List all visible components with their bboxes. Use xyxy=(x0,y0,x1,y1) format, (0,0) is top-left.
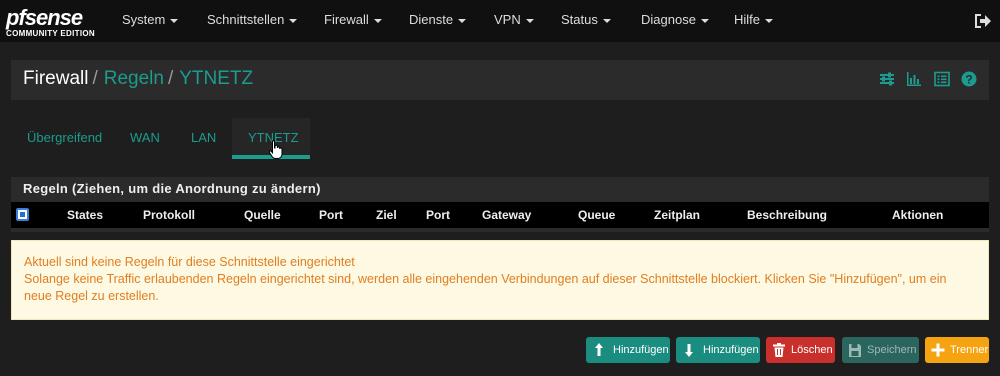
nav-menu-diagnose[interactable]: Diagnose xyxy=(641,0,709,42)
page-header: Firewall / Regeln / YTNETZ ? xyxy=(11,60,989,100)
breadcrumb-regeln[interactable]: Regeln xyxy=(104,68,164,89)
breadcrumb: Firewall / Regeln / YTNETZ xyxy=(23,68,253,90)
rules-panel-title: Regeln (Ziehen, um die Anordnung zu ände… xyxy=(23,181,321,196)
column-header-port[interactable]: Port xyxy=(426,208,450,222)
tab-lan[interactable]: LAN xyxy=(191,130,216,145)
breadcrumb-separator: / xyxy=(92,68,98,89)
column-header-protokoll[interactable]: Protokoll xyxy=(143,208,195,222)
nav-menu-label: Status xyxy=(561,12,598,27)
top-navbar: pfsense COMMUNITY EDITION System Schnitt… xyxy=(0,0,1000,42)
button-label: Trenner xyxy=(950,344,989,356)
column-header-gateway[interactable]: Gateway xyxy=(482,208,531,222)
caret-down-icon xyxy=(373,18,382,23)
caret-down-icon xyxy=(765,18,774,23)
nav-menu-system[interactable]: System xyxy=(122,0,179,42)
sliders-icon[interactable] xyxy=(879,71,895,87)
column-header-port[interactable]: Port xyxy=(319,208,343,222)
logout-icon[interactable] xyxy=(972,11,992,31)
delete-button[interactable]: Löschen xyxy=(766,337,835,363)
nav-menu-label: Diagnose xyxy=(641,12,696,27)
add-rule-bottom-button[interactable]: Hinzufügen xyxy=(676,337,760,363)
column-header-queue[interactable]: Queue xyxy=(578,208,615,222)
select-all-checkbox[interactable] xyxy=(16,208,29,221)
alert-line-2: Solange keine Traffic erlaubenden Regeln… xyxy=(24,272,947,303)
button-label: Hinzufügen xyxy=(613,344,669,356)
nav-menu-hilfe[interactable]: Hilfe xyxy=(734,0,774,42)
column-header-zeitplan[interactable]: Zeitplan xyxy=(654,208,700,222)
svg-text:?: ? xyxy=(965,72,972,86)
nav-menu-label: Schnittstellen xyxy=(207,12,285,27)
rules-table-header: States Protokoll Quelle Port Ziel Port G… xyxy=(11,202,989,228)
nav-menu-label: System xyxy=(122,12,166,27)
nav-menu-status[interactable]: Status xyxy=(561,0,611,42)
help-icon[interactable]: ? xyxy=(961,71,977,87)
column-header-quelle[interactable]: Quelle xyxy=(244,208,281,222)
caret-down-icon xyxy=(602,18,611,23)
button-label: Speichern xyxy=(867,344,917,356)
trash-icon xyxy=(773,343,785,357)
nav-menu-label: Dienste xyxy=(409,12,454,27)
nav-menu-label: Firewall xyxy=(324,12,369,27)
caret-down-icon xyxy=(289,18,298,23)
hand-cursor-icon xyxy=(268,140,283,159)
save-button[interactable]: Speichern xyxy=(842,337,919,363)
nav-menu-vpn[interactable]: VPN xyxy=(494,0,534,42)
header-actions: ? xyxy=(872,71,977,89)
caret-down-icon xyxy=(458,18,467,23)
breadcrumb-firewall: Firewall xyxy=(23,68,89,89)
nav-menu-firewall[interactable]: Firewall xyxy=(324,0,382,42)
button-label: Hinzufügen xyxy=(703,344,759,356)
logo-edition: COMMUNITY EDITION xyxy=(6,29,95,38)
button-label: Löschen xyxy=(791,344,833,356)
nav-menu-schnittstellen[interactable]: Schnittstellen xyxy=(207,0,298,42)
alert-line-1: Aktuell sind keine Regeln für diese Schn… xyxy=(24,255,355,269)
tab-wan[interactable]: WAN xyxy=(130,130,160,145)
column-header-ziel[interactable]: Ziel xyxy=(376,208,397,222)
no-rules-alert: Aktuell sind keine Regeln für diese Schn… xyxy=(11,240,989,320)
pfsense-logo[interactable]: pfsense COMMUNITY EDITION xyxy=(4,3,104,39)
nav-menu-label: Hilfe xyxy=(734,12,761,27)
caret-down-icon xyxy=(525,18,534,23)
column-header-aktionen: Aktionen xyxy=(892,208,944,222)
rules-panel: Regeln (Ziehen, um die Anordnung zu ände… xyxy=(11,177,989,232)
logo-wordmark: pfsense xyxy=(6,5,83,30)
arrow-down-turn-icon xyxy=(685,344,693,357)
nav-menu-label: VPN xyxy=(494,12,521,27)
plus-icon xyxy=(931,343,945,357)
floppy-disk-icon xyxy=(849,344,861,357)
tab-uebergreifend[interactable]: Übergreifend xyxy=(27,130,102,145)
nav-menu-dienste[interactable]: Dienste xyxy=(409,0,467,42)
separator-button[interactable]: Trenner xyxy=(925,337,989,363)
caret-down-icon xyxy=(170,18,179,23)
arrow-up-turn-icon xyxy=(595,343,603,356)
bar-chart-icon[interactable] xyxy=(906,71,922,87)
breadcrumb-ytnetz[interactable]: YTNETZ xyxy=(179,68,253,89)
caret-down-icon xyxy=(700,18,709,23)
add-rule-top-button[interactable]: Hinzufügen xyxy=(586,337,670,363)
column-header-beschreibung[interactable]: Beschreibung xyxy=(747,208,827,222)
breadcrumb-separator: / xyxy=(167,68,174,89)
list-icon[interactable] xyxy=(933,71,950,87)
column-header-states[interactable]: States xyxy=(67,208,103,222)
